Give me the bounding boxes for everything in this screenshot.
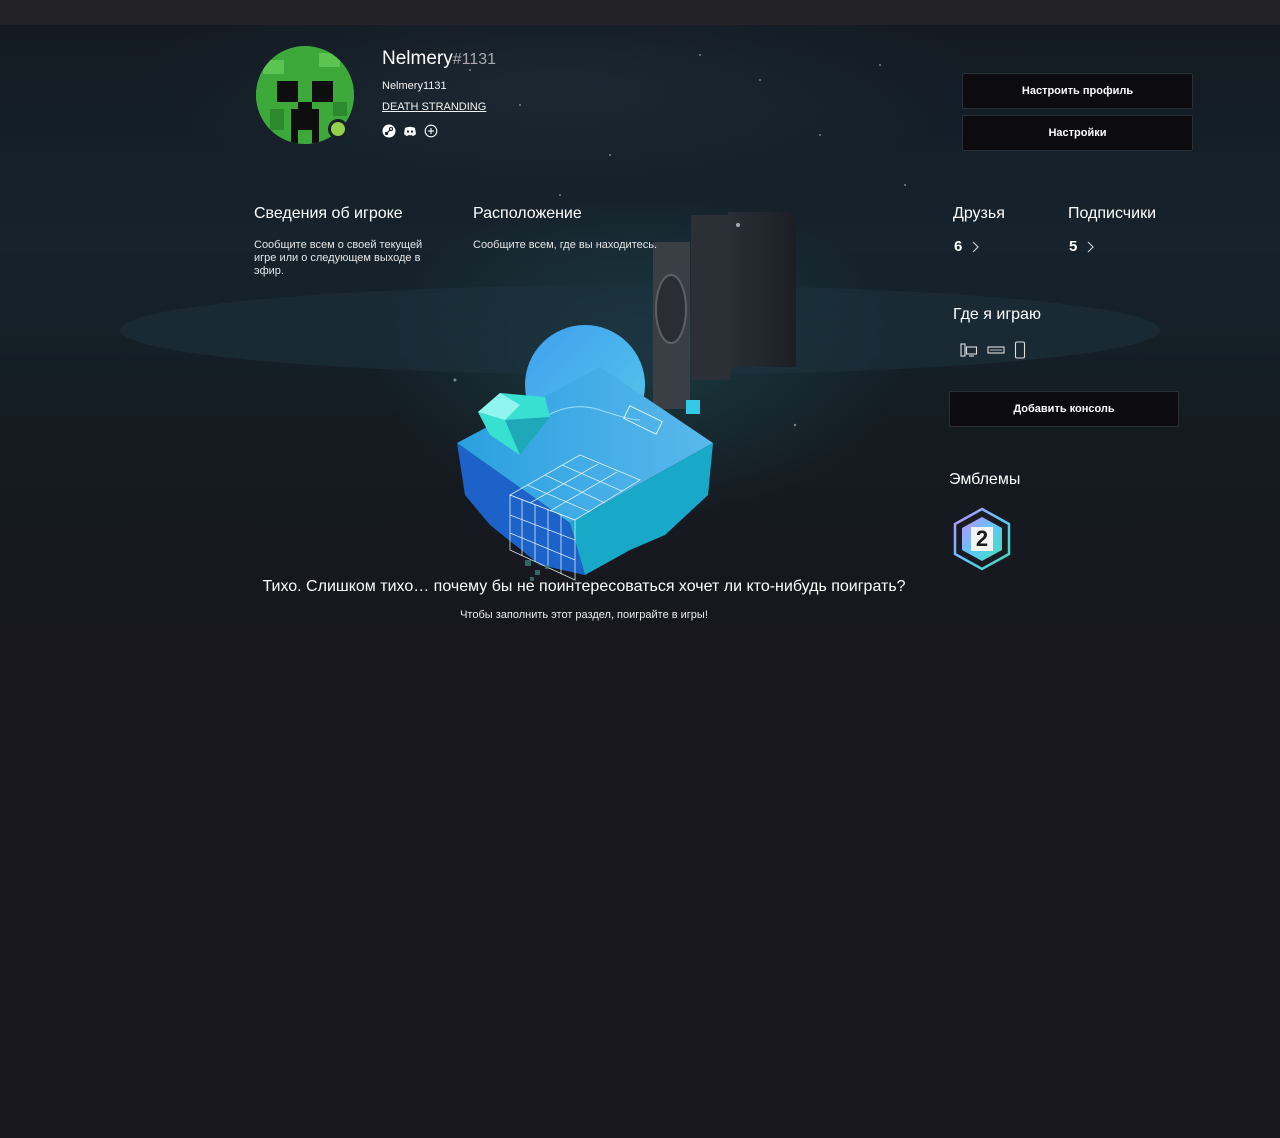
add-circle-icon[interactable]: [424, 123, 438, 138]
player-info-description: Сообщите всем о своей текущей игре или о…: [254, 239, 423, 277]
level-badge-icon[interactable]: 2: [952, 507, 1012, 571]
where-i-play-title: Где я играю: [953, 306, 1041, 323]
player-info-title: Сведения об игроке: [254, 205, 403, 222]
followers-title: Подписчики: [1068, 205, 1157, 222]
console-icon: [987, 346, 1005, 354]
chevron-right-icon: [972, 241, 980, 252]
current-game-link[interactable]: DEATH STRANDING: [382, 101, 486, 113]
add-console-button[interactable]: Добавить консоль: [949, 391, 1179, 427]
gamertag: Nelmery#1131: [382, 48, 496, 70]
gamertag-name: Nelmery: [382, 48, 453, 69]
steam-icon[interactable]: [382, 123, 396, 138]
empty-state-title: Тихо. Слишком тихо… почему бы не поинтер…: [262, 578, 906, 595]
friends-count: 6: [954, 238, 963, 255]
followers-count: 5: [1069, 238, 1078, 255]
customize-profile-button[interactable]: Настроить профиль: [962, 73, 1193, 109]
chevron-right-icon: [1087, 241, 1095, 252]
mobile-icon: [1014, 341, 1026, 359]
friends-count-link[interactable]: 6: [954, 238, 980, 255]
device-list: [960, 341, 1026, 359]
location-title: Расположение: [473, 205, 582, 222]
top-bar: [0, 0, 1280, 25]
location-description: Сообщите всем, где вы находитесь.: [473, 239, 658, 251]
gamertag-suffix: #1131: [452, 51, 497, 68]
empty-state-subtitle: Чтобы заполнить этот раздел, поиграйте в…: [460, 609, 708, 621]
badge-level-value: 2: [975, 526, 989, 551]
pc-icon: [960, 343, 978, 357]
settings-button[interactable]: Настройки: [962, 115, 1193, 151]
linked-accounts: [382, 123, 438, 138]
real-name: Nelmery1131: [382, 80, 447, 92]
profile-banner: Nelmery#1131 Nelmery1131 DEATH STRANDING…: [0, 25, 1280, 640]
friends-title: Друзья: [953, 205, 1005, 222]
online-status-indicator: [328, 119, 348, 139]
badges-title: Эмблемы: [949, 471, 1021, 488]
discord-icon[interactable]: [403, 123, 417, 137]
followers-count-link[interactable]: 5: [1069, 238, 1095, 255]
